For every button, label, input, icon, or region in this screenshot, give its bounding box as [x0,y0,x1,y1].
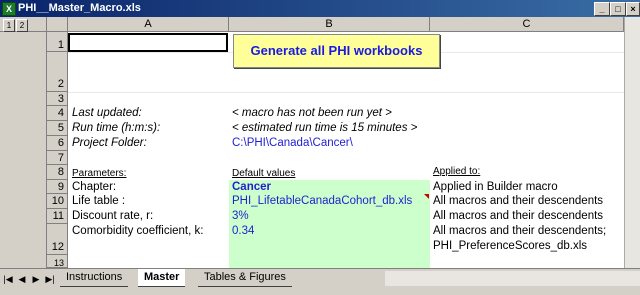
life-table-label: Life table : [72,195,126,207]
row-header[interactable]: 9 [47,180,68,194]
run-time-label: Run time (h:m:s): [72,122,161,134]
comorbidity-applied-cont[interactable]: PHI_PreferenceScores_db.xls [433,240,587,252]
gridline [68,92,624,93]
sheet-tab-bar: |◀ ◀ ▶ ▶| Instructions Master Tables & F… [0,268,640,295]
window-title: PHI__Master_Macro.xls [18,2,141,14]
excel-icon: X [2,2,16,16]
column-header-b[interactable]: B [229,17,430,32]
row-header[interactable]: 12 [47,224,68,255]
outline-level-2-button[interactable]: 2 [16,19,28,32]
row-header[interactable]: 8 [47,165,68,180]
comorbidity-value[interactable]: 0.34 [232,225,254,237]
tab-master[interactable]: Master [138,269,186,287]
row-header[interactable]: 7 [47,151,68,165]
row-header[interactable]: 11 [47,209,68,224]
row-header[interactable]: 10 [47,194,68,209]
life-table-applied[interactable]: All macros and their descendents [433,195,603,207]
row-header[interactable]: 1 [47,32,68,52]
row-header[interactable]: 2 [47,52,68,92]
row-header[interactable]: 13 [47,255,68,268]
project-folder-label: Project Folder: [72,137,147,149]
discount-rate-applied[interactable]: All macros and their descendents [433,210,603,222]
first-sheet-icon[interactable]: |◀ [2,272,14,286]
close-button[interactable]: × [626,2,640,16]
window-titlebar: X PHI__Master_Macro.xls _ □ × [0,0,640,17]
vertical-scrollbar[interactable] [624,17,640,268]
chapter-label: Chapter: [72,181,117,193]
default-values-range [229,180,430,268]
last-sheet-icon[interactable]: ▶| [44,272,56,286]
applied-to-header: Applied to: [433,166,481,177]
outline-level-1-button[interactable]: 1 [3,19,15,32]
parameters-header: Parameters: [72,168,127,179]
selected-cell-a1[interactable] [68,33,228,52]
tab-tables-figures[interactable]: Tables & Figures [198,269,292,287]
row-header[interactable]: 5 [47,121,68,136]
chapter-applied[interactable]: Applied in Builder macro [433,181,558,193]
discount-rate-value[interactable]: 3% [232,210,249,222]
column-header-a[interactable]: A [68,17,229,32]
project-folder-value[interactable]: C:\PHI\Canada\Cancer\ [232,137,353,149]
comorbidity-applied[interactable]: All macros and their descendents; [433,225,606,237]
last-updated-label: Last updated: [72,107,142,119]
row-header[interactable]: 4 [47,106,68,121]
tab-instructions[interactable]: Instructions [60,269,129,287]
discount-rate-label: Discount rate, r: [72,210,154,222]
last-updated-value[interactable]: < macro has not been run yet > [232,107,392,119]
prev-sheet-icon[interactable]: ◀ [16,272,28,286]
spreadsheet-grid[interactable]: 1 2 A B C 1 2 3 4 5 6 7 8 9 10 11 12 13 … [0,17,640,268]
row-header[interactable]: 3 [47,92,68,106]
outline-corner: 1 2 [0,17,47,32]
comment-indicator-icon[interactable] [424,194,429,199]
run-time-value[interactable]: < estimated run time is 15 minutes > [232,122,417,134]
row-header[interactable]: 6 [47,136,68,151]
chapter-value[interactable]: Cancer [232,181,271,193]
horizontal-scrollbar[interactable] [385,271,640,286]
column-header-c[interactable]: C [430,17,624,32]
generate-workbooks-button[interactable]: Generate all PHI workbooks [233,34,440,68]
outline-bar [0,32,47,268]
select-all-corner[interactable] [47,17,68,32]
next-sheet-icon[interactable]: ▶ [30,272,42,286]
default-values-header: Default values [232,168,296,179]
comorbidity-label: Comorbidity coefficient, k: [72,225,204,237]
minimize-button[interactable]: _ [594,2,610,16]
maximize-button[interactable]: □ [610,2,626,16]
life-table-value[interactable]: PHI_LifetableCanadaCohort_db.xls [232,195,412,207]
